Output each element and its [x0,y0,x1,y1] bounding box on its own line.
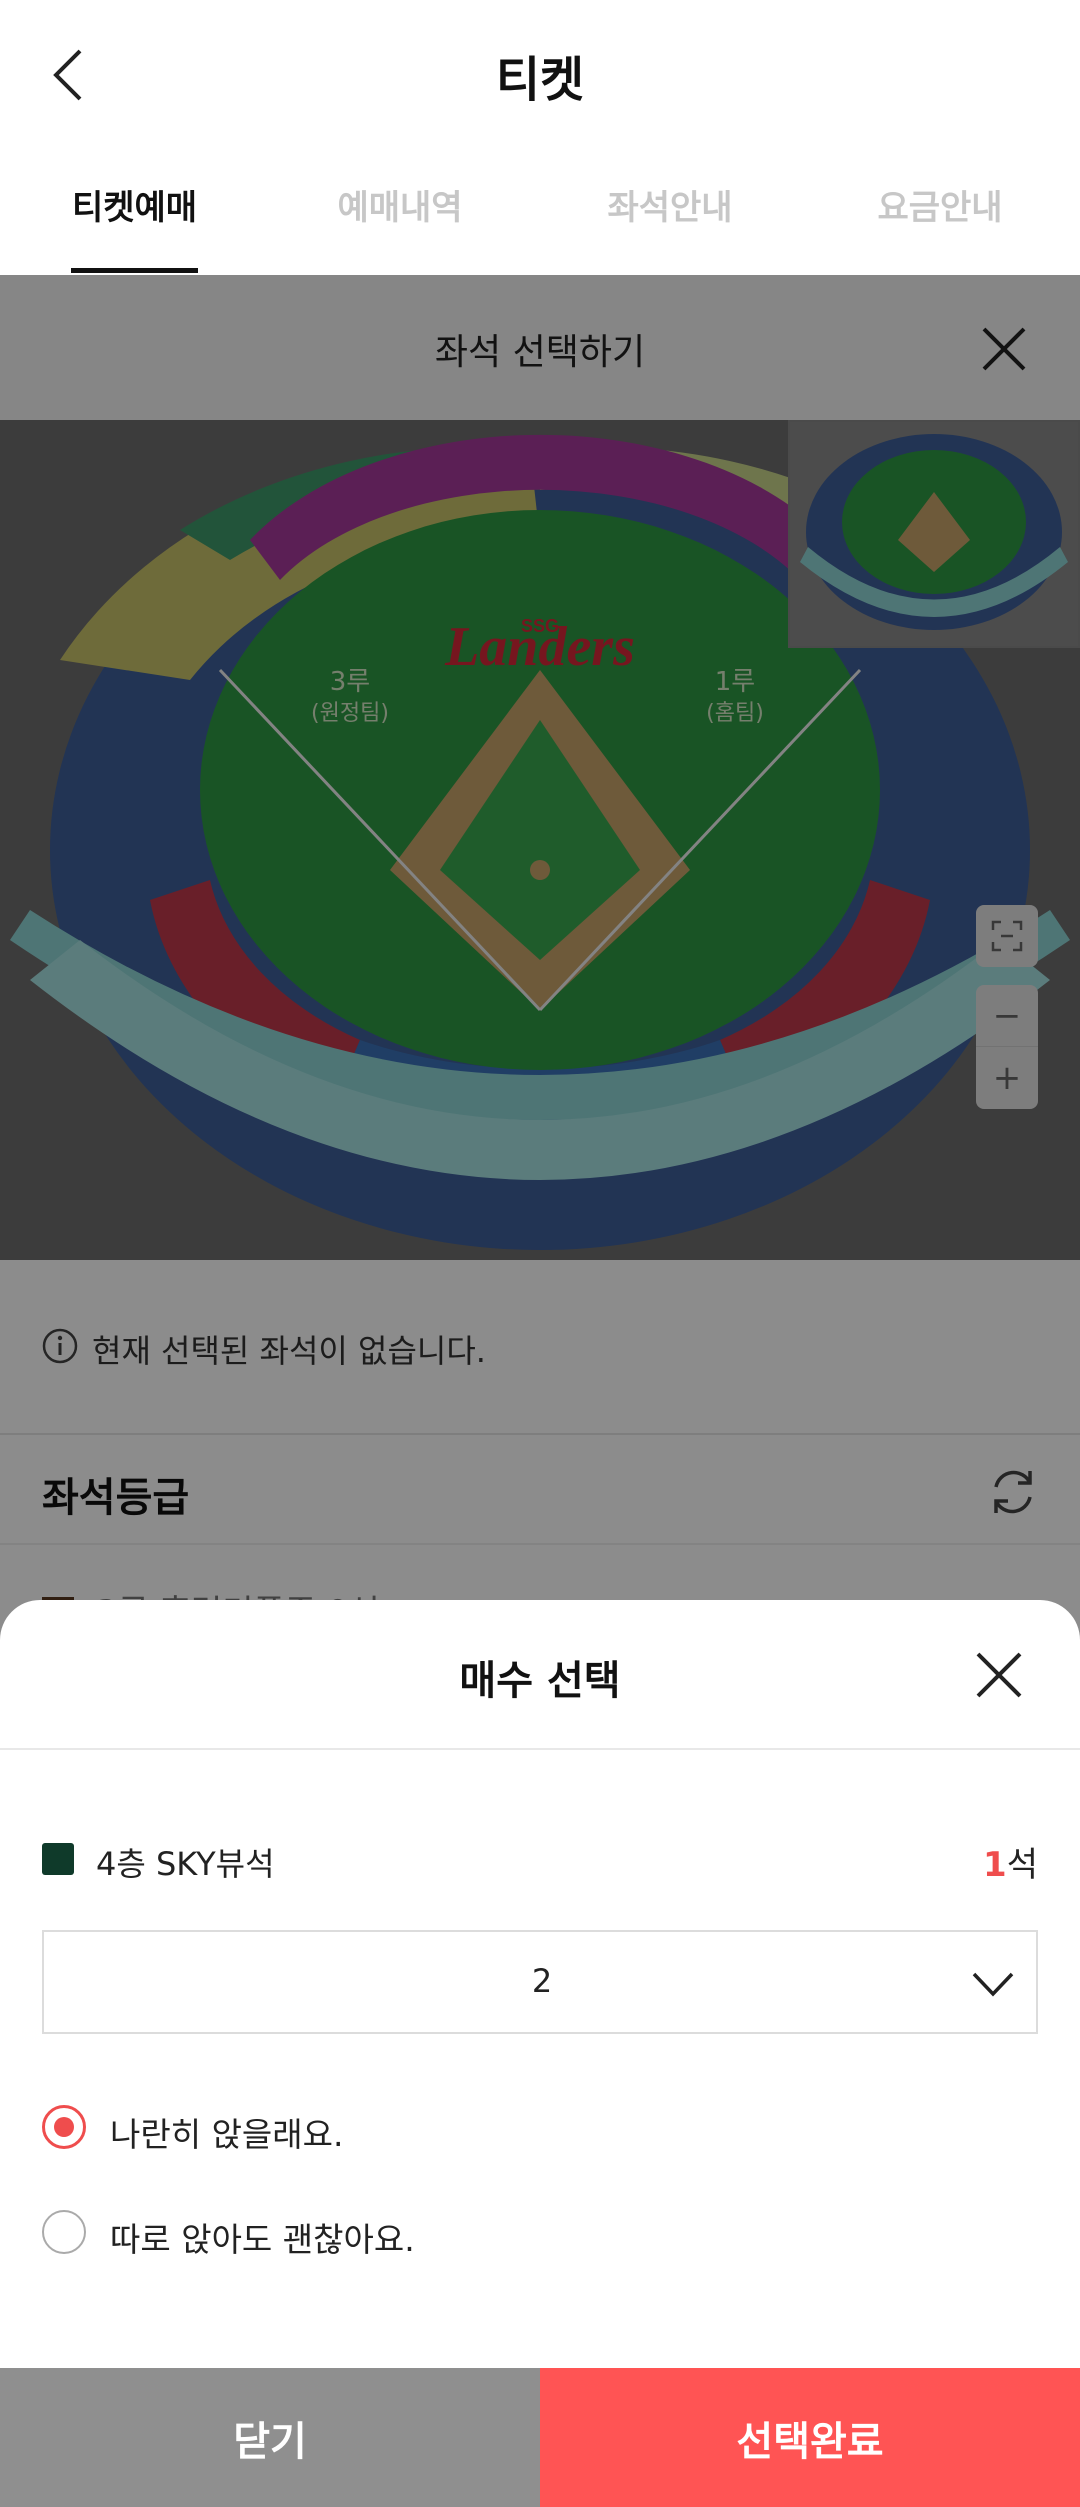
confirm-selection-button[interactable]: 선택완료 [540,2368,1080,2507]
quantity-value: 2 [531,1962,553,2000]
radio-button-unchecked[interactable] [42,2210,86,2254]
close-icon[interactable] [972,1648,1026,1702]
seat-count-unit: 석 [1006,1845,1038,1885]
radio-button-checked[interactable] [42,2105,86,2149]
app-header: 티켓 [0,0,1080,150]
sheet-title: 매수 선택 [459,1658,621,1704]
tab-price-guide[interactable]: 요금안내 [870,180,1010,229]
radio-sit-apart[interactable]: 따로 앉아도 괜찮아요. [42,2210,742,2259]
sheet-header: 매수 선택 [0,1600,1080,1750]
footer-actions: 닫기 선택완료 [0,2368,1080,2507]
tab-bar: 티켓예매 예매내역 좌석안내 요금안내 [0,150,1080,275]
close-button[interactable]: 닫기 [0,2368,540,2507]
active-tab-indicator [71,268,198,273]
seat-count-number: 1 [983,1845,1007,1885]
chevron-down-icon [972,1972,1014,1997]
seat-type-row: 4층 SKY뷰석 1석 [42,1835,1038,1885]
page-title: 티켓 [495,52,585,108]
radio-label: 나란히 앉을래요. [110,2115,344,2154]
tab-seat-guide[interactable]: 좌석안내 [600,180,740,229]
quantity-select[interactable]: 2 [42,1930,1038,2034]
tab-booking-history[interactable]: 예매내역 [330,180,470,229]
tab-ticket-booking[interactable]: 티켓예매 [71,180,198,229]
radio-sit-together[interactable]: 나란히 앉을래요. [42,2105,742,2154]
seat-type-name: 4층 SKY뷰석 [96,1845,275,1883]
seat-type-color-swatch [42,1843,74,1875]
radio-dot [54,2117,74,2137]
radio-label: 따로 앉아도 괜찮아요. [110,2220,415,2259]
seat-count: 1석 [983,1837,1038,1886]
